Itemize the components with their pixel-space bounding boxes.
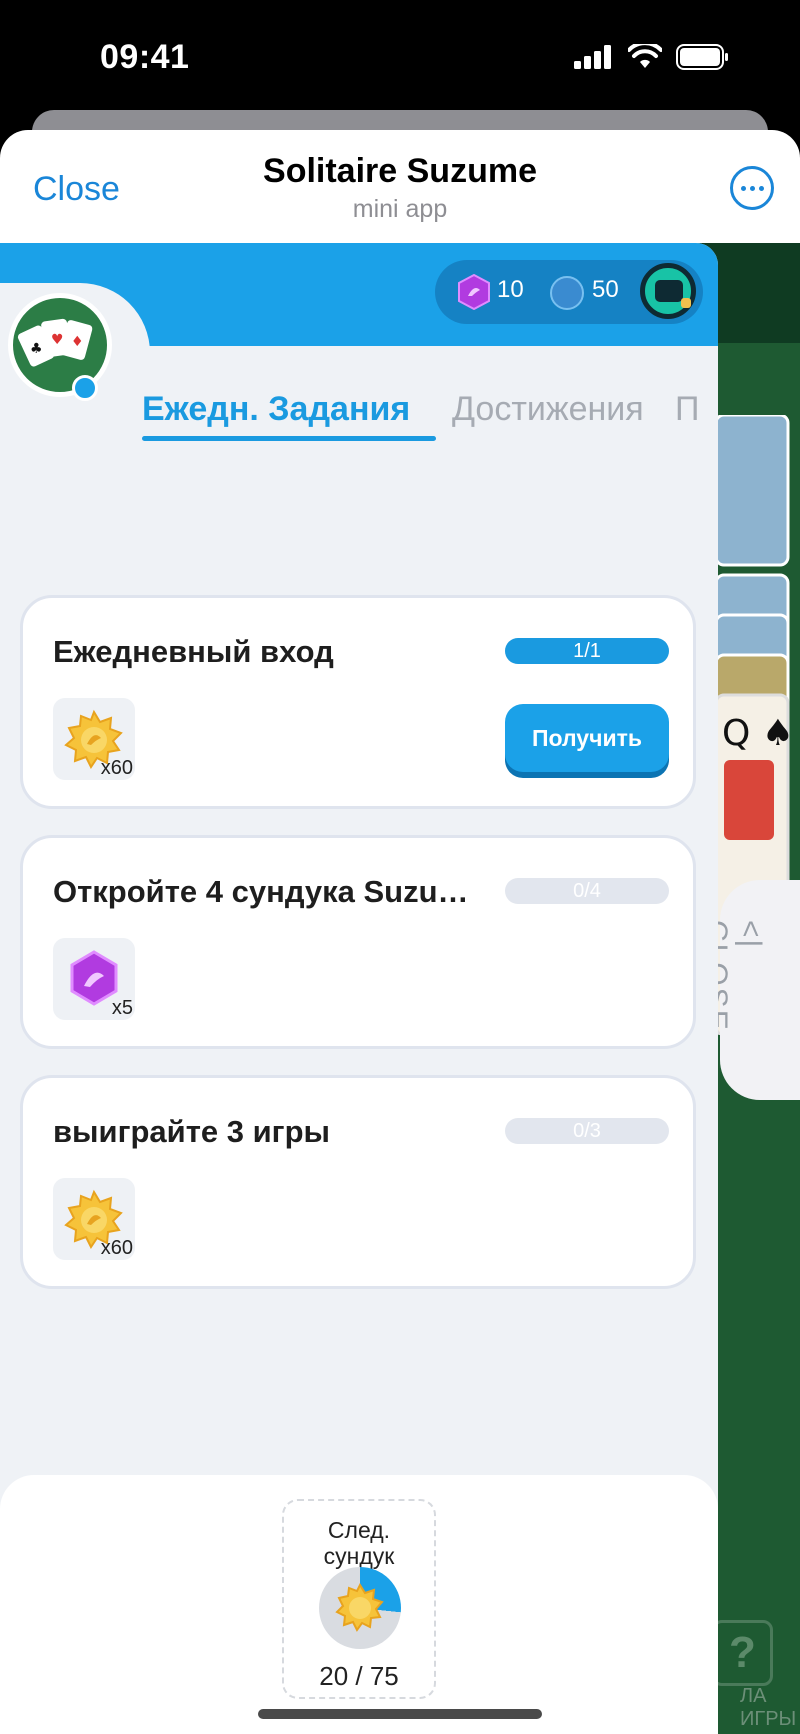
reward-quantity: x60 [100, 1237, 133, 1259]
svg-text:♦: ♦ [71, 334, 84, 350]
status-time: 09:41 [100, 38, 190, 76]
signal-icon [574, 45, 611, 69]
game-help-label: ЛА ИГРЫ [740, 1685, 797, 1730]
avatar-badge [72, 375, 98, 401]
quest-progress-text: 1/1 [573, 640, 601, 662]
quest-title: выиграйте 3 игры [53, 1114, 331, 1149]
active-tab-underline [142, 436, 436, 441]
quest-reward: x60 [53, 1178, 135, 1260]
chest-label: След. сундук [323, 1517, 395, 1569]
reward-quantity: x60 [100, 757, 133, 779]
quest-progress-bar: 1/1 [505, 638, 669, 664]
reward-quantity: x5 [111, 997, 133, 1019]
home-indicator[interactable] [258, 1709, 542, 1719]
quest-progress-text: 0/3 [573, 1120, 601, 1142]
token-coin-icon [550, 276, 584, 310]
more-options-icon[interactable] [730, 166, 774, 210]
quest-progress-text: 0/4 [573, 880, 601, 902]
quest-title: Откройте 4 сундука Suzu… [53, 874, 469, 909]
help-icon[interactable]: ? [712, 1620, 773, 1686]
quest-progress-bar: 0/4 [505, 878, 669, 904]
sun-coin-icon [335, 1582, 384, 1632]
double-chevron-left-icon: <| [734, 920, 767, 950]
tab-next[interactable]: П [675, 390, 699, 429]
wifi-icon [628, 44, 662, 68]
bottom-bar: След. сундук 20 / 75 [0, 1475, 718, 1734]
tab-achievements[interactable]: Достижения [452, 390, 644, 429]
battery-icon [676, 44, 728, 70]
tab-daily-quests[interactable]: Ежедн. Задания [142, 390, 410, 429]
quest-card: Ежедневный вход 1/1 x60 Получить [20, 595, 696, 809]
svg-text:♣: ♣ [30, 341, 43, 357]
purple-gem-icon [458, 274, 490, 310]
gem-count: 10 [497, 276, 524, 303]
quest-card: выиграйте 3 игры 0/3 x60 [20, 1075, 696, 1289]
claim-button[interactable]: Получить [505, 704, 669, 772]
coin-count: 50 [592, 276, 619, 303]
app-subtitle: mini app [352, 195, 448, 223]
quest-card: Откройте 4 сундука Suzu… 0/4 x5 [20, 835, 696, 1049]
quest-progress-bar: 0/3 [505, 1118, 669, 1144]
side-close-label: <| CLOSE [700, 920, 767, 1100]
quest-reward: x60 [53, 698, 135, 780]
svg-text:♥: ♥ [51, 332, 64, 348]
svg-text:Q ♠: Q ♠ [722, 713, 792, 754]
wallet-icon [655, 280, 691, 308]
status-icons [574, 44, 730, 70]
quest-reward: x5 [53, 938, 135, 1020]
wallet-button[interactable] [640, 263, 696, 319]
next-chest[interactable]: След. сундук 20 / 75 [282, 1499, 436, 1699]
chest-progress-ring [319, 1567, 401, 1649]
chest-progress-text: 20 / 75 [319, 1661, 399, 1691]
app-title: Solitaire Suzume [263, 152, 537, 190]
quest-title: Ежедневный вход [53, 634, 334, 669]
